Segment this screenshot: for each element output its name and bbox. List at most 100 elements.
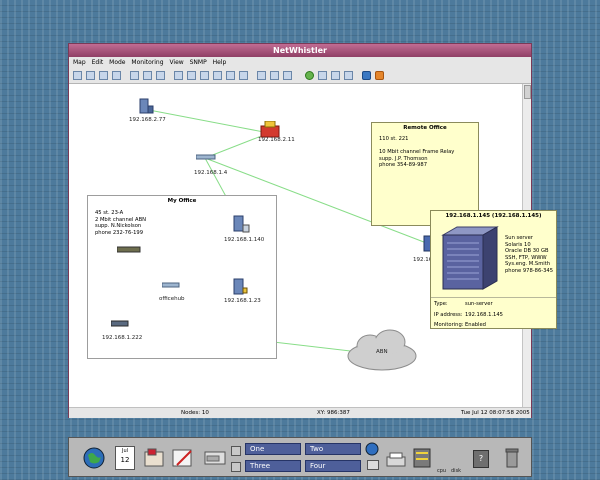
remote-office-line: phone 354-89-987 bbox=[379, 162, 428, 169]
scan-icon[interactable] bbox=[143, 71, 152, 80]
tooltip-line: Sun server bbox=[505, 235, 533, 241]
remote-office-spacer bbox=[379, 143, 454, 150]
node-tooltip: 192.168.1.145 (192.168.1.145) Sun server… bbox=[430, 210, 557, 329]
calendar-month: Jul bbox=[121, 448, 129, 454]
node-label-211: 192.168.2.11 bbox=[258, 137, 295, 143]
mail-icon[interactable] bbox=[203, 450, 227, 466]
globe-icon[interactable] bbox=[83, 447, 105, 469]
workspace-one[interactable]: One bbox=[245, 443, 301, 455]
my-office-line: phone 232-76-199 bbox=[95, 229, 144, 236]
remote-office-line: 110 st. 221 bbox=[379, 136, 409, 142]
tooltip-line: phone 978-86-345 bbox=[505, 267, 554, 274]
calendar-icon[interactable]: Jul 12 bbox=[115, 446, 135, 470]
add-node-icon[interactable] bbox=[226, 71, 235, 80]
hub-icon[interactable] bbox=[162, 282, 180, 288]
menu-view[interactable]: View bbox=[169, 59, 183, 66]
monitor-stop-icon[interactable] bbox=[318, 71, 327, 80]
fit-icon[interactable] bbox=[283, 71, 292, 80]
text-editor-icon[interactable] bbox=[171, 447, 195, 469]
exit-icon[interactable] bbox=[231, 462, 241, 472]
tooltip-notes: Sun server Solaris 10 Oracle DB 30 GB SS… bbox=[505, 235, 553, 275]
window-title[interactable]: NetWhistler bbox=[69, 44, 531, 57]
tooltip-line: Sys.eng. M.Smith bbox=[505, 261, 551, 268]
tooltip-line: SSH, FTP, WWW bbox=[505, 254, 547, 261]
remote-office-notes: 110 st. 221 10 Mbit channel Frame Relay … bbox=[379, 136, 454, 169]
status-xy: XY: 986:387 bbox=[317, 410, 350, 416]
add-link-icon[interactable] bbox=[239, 71, 248, 80]
cpu-label: cpu bbox=[437, 468, 447, 474]
firewall-icon[interactable] bbox=[260, 121, 280, 138]
align-icon[interactable] bbox=[257, 71, 266, 80]
remote-office-title: Remote Office bbox=[403, 125, 447, 131]
printer-server-icon[interactable] bbox=[231, 215, 251, 235]
status-bar: Nodes: 10 XY: 986:387 Tue Jul 12 08:07:5… bbox=[69, 407, 531, 418]
switch-icon[interactable] bbox=[196, 154, 216, 160]
menu-mode[interactable]: Mode bbox=[109, 59, 125, 66]
workspace-four[interactable]: Four bbox=[305, 460, 361, 472]
remote-office-line: 10 Mbit channel Frame Relay bbox=[379, 149, 455, 156]
tooltip-line: Oracle DB 30 GB bbox=[505, 248, 549, 255]
my-office-line: 45 st. 23-A bbox=[95, 210, 124, 216]
tooltip-monitoring-value: Enabled bbox=[465, 322, 486, 328]
printer-icon[interactable] bbox=[385, 452, 407, 468]
menu-snmp[interactable]: SNMP bbox=[190, 59, 207, 66]
camera-icon[interactable] bbox=[156, 71, 165, 80]
modem-icon[interactable] bbox=[111, 320, 129, 327]
about-icon[interactable] bbox=[375, 71, 384, 80]
performance-monitor-icon[interactable] bbox=[413, 448, 431, 468]
node-label-14: 192.168.1.4 bbox=[194, 170, 228, 176]
status-nodes: Nodes: 10 bbox=[181, 410, 209, 416]
workstation-icon[interactable] bbox=[231, 278, 249, 296]
tooltip-title: 192.168.1.145 (192.168.1.145) bbox=[445, 213, 542, 219]
toolbar bbox=[69, 68, 531, 84]
tooltip-ip-value: 192.168.1.145 bbox=[465, 312, 503, 318]
tooltip-type-value: sun-server bbox=[465, 301, 493, 307]
node-label-hub: officehub bbox=[159, 296, 185, 302]
scrollbar-thumb[interactable] bbox=[524, 85, 531, 99]
node-label-222: 192.168.1.222 bbox=[102, 335, 143, 341]
info-icon[interactable] bbox=[362, 71, 371, 80]
browser-icon[interactable] bbox=[365, 442, 379, 456]
zoom-icon[interactable] bbox=[270, 71, 279, 80]
tooltip-ip-label: IP address: bbox=[434, 312, 463, 318]
new-map-icon[interactable] bbox=[73, 71, 82, 80]
node-label-abn: ABN bbox=[376, 349, 388, 355]
tooltip-monitoring-label: Monitoring: bbox=[434, 322, 464, 328]
menu-help[interactable]: Help bbox=[213, 59, 227, 66]
remote-office-line: supp. J.P. Thomson bbox=[379, 155, 428, 162]
ping-icon[interactable] bbox=[174, 71, 183, 80]
open-map-icon[interactable] bbox=[86, 71, 95, 80]
server-icon[interactable] bbox=[137, 98, 155, 116]
traceroute-icon[interactable] bbox=[187, 71, 196, 80]
save-as-icon[interactable] bbox=[112, 71, 121, 80]
node-label-277: 192.168.2.77 bbox=[129, 117, 166, 123]
front-panel: Jul 12 One Two Three Four cpu disk ? bbox=[68, 437, 532, 477]
calendar-day: 12 bbox=[120, 456, 130, 464]
my-office-line: supp. N.Nickolson bbox=[95, 223, 142, 230]
sun-server-image bbox=[441, 226, 499, 290]
menu-monitoring[interactable]: Monitoring bbox=[131, 59, 163, 66]
grid-icon[interactable] bbox=[200, 71, 209, 80]
graph-icon[interactable] bbox=[331, 71, 340, 80]
wand-icon[interactable] bbox=[213, 71, 222, 80]
file-manager-icon[interactable] bbox=[143, 447, 165, 469]
my-office-line: 2 Mbit channel ABN bbox=[95, 216, 147, 223]
monitor-start-icon[interactable] bbox=[305, 71, 314, 80]
my-office-title: My Office bbox=[167, 198, 197, 204]
menu-map[interactable]: Map bbox=[73, 59, 86, 66]
menu-edit[interactable]: Edit bbox=[92, 59, 104, 66]
save-map-icon[interactable] bbox=[99, 71, 108, 80]
events-icon[interactable] bbox=[344, 71, 353, 80]
blank-screen-icon[interactable] bbox=[367, 460, 379, 470]
lock-icon[interactable] bbox=[231, 446, 241, 456]
discover-icon[interactable] bbox=[130, 71, 139, 80]
link-277-211 bbox=[148, 109, 270, 134]
workspace-three[interactable]: Three bbox=[245, 460, 301, 472]
node-label-123: 192.168.1.23 bbox=[224, 298, 261, 304]
trash-icon[interactable] bbox=[505, 448, 519, 468]
help-icon[interactable]: ? bbox=[473, 450, 489, 468]
router-icon[interactable] bbox=[117, 246, 141, 253]
workspace-two[interactable]: Two bbox=[305, 443, 361, 455]
tooltip-line: Solaris 10 bbox=[505, 241, 531, 248]
disk-label: disk bbox=[451, 468, 462, 474]
